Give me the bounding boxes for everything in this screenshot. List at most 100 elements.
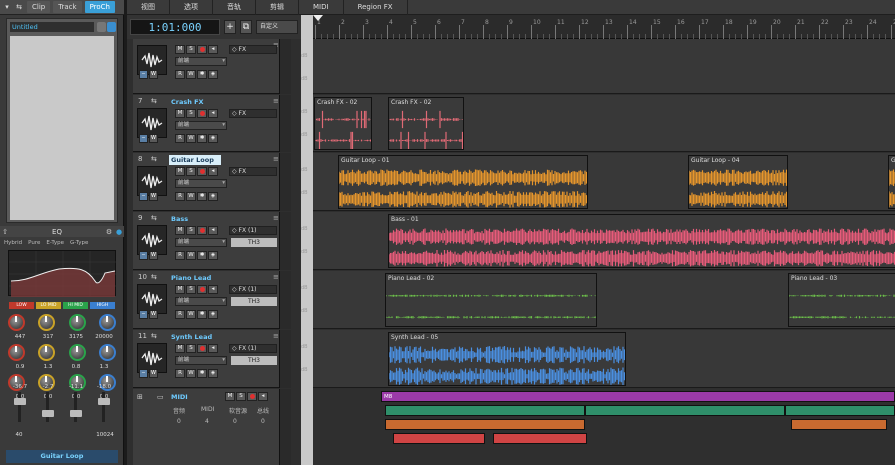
read-automation-button[interactable]: R [175, 310, 185, 319]
low-fader-cap[interactable] [14, 398, 26, 405]
archive-button[interactable]: ◈ [208, 192, 218, 201]
midi-clip[interactable] [585, 405, 785, 416]
expand-icon[interactable]: − [139, 192, 148, 201]
track-input-dropdown[interactable]: 前端 [175, 297, 227, 306]
read-automation-button[interactable]: R [175, 369, 185, 378]
track-input-dropdown[interactable]: 前端 [175, 356, 227, 365]
expand-icon[interactable]: − [139, 251, 148, 260]
audio-clip[interactable]: Crash FX - 02 [314, 97, 372, 150]
track-menu-icon[interactable]: ≡ [273, 155, 279, 163]
freeze-button[interactable]: ✱ [197, 310, 207, 319]
track-menu-icon[interactable]: ≡ [273, 97, 279, 105]
menu-midi[interactable]: MIDI [299, 0, 344, 15]
record-arm-button[interactable] [197, 109, 207, 118]
lanes-icon[interactable]: W [149, 134, 158, 143]
solo-button[interactable]: S [186, 167, 196, 176]
mute-button[interactable]: M [175, 344, 185, 353]
track-lane[interactable]: Crash FX - 02 Crash FX - 02 [313, 95, 895, 152]
track-input-dropdown[interactable]: 前端 [175, 57, 227, 66]
inspector-track-name[interactable]: Guitar Loop [6, 450, 118, 463]
menu-region-fx[interactable]: Region FX [344, 0, 408, 15]
track-folder-icon[interactable]: ⇆ [151, 97, 157, 105]
track-header[interactable]: 7⇆Crash FX≡ M S ◂ 前端 R W ✱ ◈ −W◇ FX [133, 95, 279, 152]
midi-clip[interactable] [493, 433, 587, 444]
read-automation-button[interactable]: R [175, 251, 185, 260]
fx-bin[interactable]: ◇ FX (1) [229, 344, 277, 353]
track-name[interactable]: Synth Lead [169, 332, 221, 342]
track-lane[interactable] [313, 39, 895, 94]
lanes-icon[interactable]: W [149, 70, 158, 79]
track-name[interactable]: Piano Lead [169, 273, 221, 283]
track-menu-icon[interactable]: ≡ [273, 214, 279, 222]
track-header[interactable]: 11⇆Synth Lead≡ M S ◂ 前端 R W ✱ ◈ −W◇ FX (… [133, 330, 279, 388]
lanes-icon[interactable]: W [149, 192, 158, 201]
mute-button[interactable]: M [175, 226, 185, 235]
midi-clip[interactable] [393, 433, 485, 444]
band-low-label[interactable]: LOW [9, 302, 34, 309]
audio-clip[interactable]: Guitar Loop - 04 [688, 155, 788, 209]
track-folder-icon[interactable]: ⇆ [151, 332, 157, 340]
write-automation-button[interactable]: W [186, 192, 196, 201]
mute-button[interactable]: M [175, 285, 185, 294]
solo-button[interactable]: S [186, 344, 196, 353]
solo-button[interactable]: S [186, 45, 196, 54]
input-echo-button[interactable]: ◂ [208, 344, 218, 353]
lanes-icon[interactable]: W [149, 251, 158, 260]
mute-button[interactable]: M [175, 45, 185, 54]
track-folder-icon[interactable]: ⇆ [151, 273, 157, 281]
band-lomid-label[interactable]: LO MID [36, 302, 61, 309]
himid-q-knob[interactable] [68, 343, 86, 361]
menu-view[interactable]: 视图 [127, 0, 170, 15]
mute-button[interactable]: M [175, 109, 185, 118]
low-freq-knob[interactable] [8, 313, 25, 331]
tab-clip[interactable]: Clip [27, 1, 51, 13]
track-header[interactable]: 10⇆Piano Lead≡ M S ◂ 前端 R W ✱ ◈ −W◇ FX (… [133, 271, 279, 329]
audio-clip[interactable]: Piano Lead - 02 [385, 273, 597, 327]
time-display[interactable]: 1:01:000 [130, 19, 220, 35]
settings-icon[interactable]: ⚙ [104, 228, 114, 236]
midi-track-lane[interactable]: M8 [313, 389, 895, 465]
midi-track-header[interactable]: ⊞ ▭ MIDI M S ◂ 音频 0 MIDI 4 软音源 0 总线 0 [133, 389, 279, 465]
track-menu-icon[interactable]: ≡ [273, 273, 279, 281]
add-track-button[interactable]: + [224, 20, 236, 34]
archive-button[interactable]: ◈ [208, 70, 218, 79]
plugin-slot[interactable]: TH3 [231, 238, 277, 247]
track-name[interactable]: Guitar Loop [169, 155, 221, 165]
write-automation-button[interactable]: W [186, 134, 196, 143]
record-arm-button[interactable] [197, 285, 207, 294]
expand-icon[interactable]: − [139, 70, 148, 79]
eq-curve-graph[interactable] [8, 250, 117, 297]
archive-button[interactable]: ◈ [208, 369, 218, 378]
fx-bin[interactable]: ◇ FX (1) [229, 226, 277, 235]
read-automation-button[interactable]: R [175, 192, 185, 201]
snap-dropdown[interactable]: 自定义 [256, 20, 298, 34]
expand-icon[interactable]: − [139, 369, 148, 378]
midi-clip[interactable] [791, 419, 887, 430]
track-lane[interactable]: Bass - 01 [313, 212, 895, 270]
audio-clip[interactable]: Synth Lead - 05 [388, 332, 626, 386]
track-header[interactable]: 8⇆Guitar Loop≡ M S ◂ 前端 R W ✱ ◈ −W◇ FX [133, 153, 279, 211]
eq-power-icon[interactable]: ● [114, 228, 124, 236]
track-header[interactable]: 9⇆Bass≡ M S ◂ 前端 R W ✱ ◈ −W◇ FX (1)TH3 [133, 212, 279, 270]
track-input-dropdown[interactable]: 前端 [175, 121, 227, 130]
high-fader[interactable] [102, 392, 105, 422]
freeze-button[interactable]: ✱ [197, 134, 207, 143]
track-input-dropdown[interactable]: 前端 [175, 238, 227, 247]
archive-button[interactable]: ◈ [208, 310, 218, 319]
plugin-slot[interactable]: TH3 [231, 297, 277, 306]
write-automation-button[interactable]: W [186, 369, 196, 378]
input-echo-button[interactable]: ◂ [208, 45, 218, 54]
freeze-button[interactable]: ✱ [197, 192, 207, 201]
midi-echo-button[interactable]: ◂ [258, 392, 268, 401]
high-freq-knob[interactable] [98, 313, 116, 331]
midi-clip[interactable] [785, 405, 895, 416]
fx-bin[interactable]: ◇ FX [229, 45, 277, 54]
track-lane[interactable]: Piano Lead - 02 Piano Lead - 03 [313, 271, 895, 329]
expand-icon[interactable]: − [139, 310, 148, 319]
midi-clip[interactable]: M8 [381, 391, 895, 402]
write-automation-button[interactable]: W [186, 310, 196, 319]
midi-record-arm-button[interactable] [247, 392, 257, 401]
track-folder-icon[interactable]: ⇆ [151, 214, 157, 222]
lomid-fader-cap[interactable] [42, 410, 54, 417]
menu-tracks[interactable]: 音轨 [213, 0, 256, 15]
